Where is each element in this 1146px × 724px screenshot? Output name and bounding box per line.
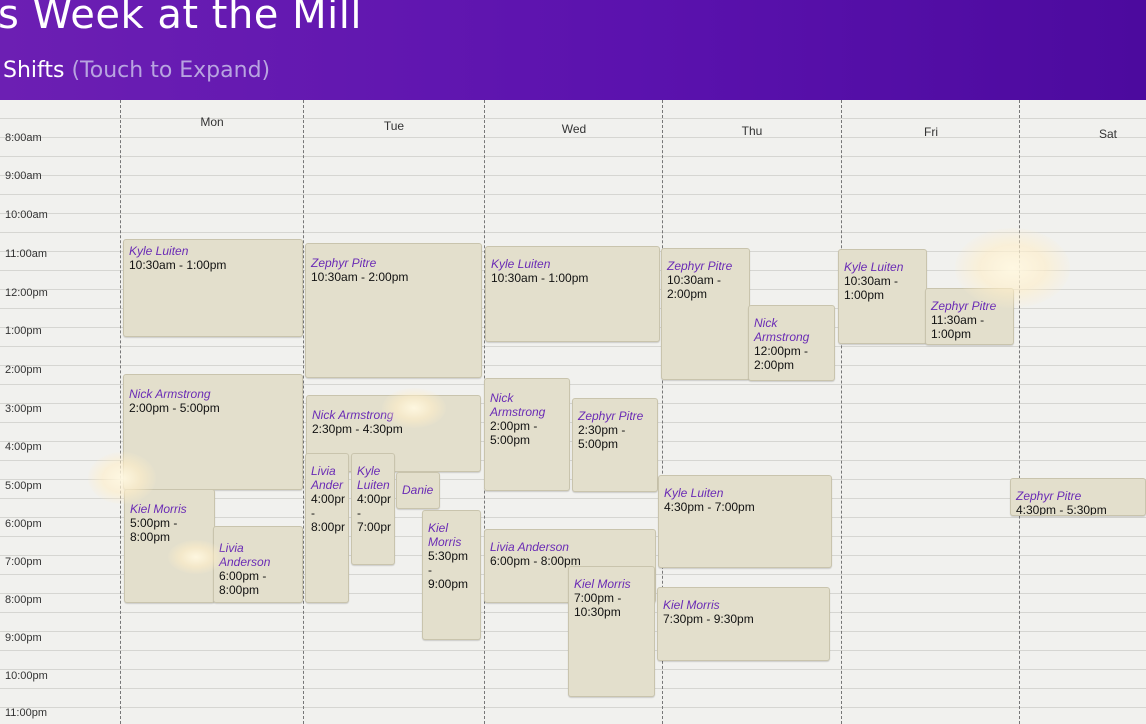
shift-time: 10:30am - 2:00pm — [667, 273, 722, 301]
page-title: s Week at the Mill — [0, 0, 362, 38]
hour-label: 10:00pm — [5, 670, 48, 682]
shift-time: 10:30am - 1:00pm — [844, 274, 899, 302]
shift-card[interactable]: Kyle Luiten 10:30am - 1:00pm — [485, 246, 660, 342]
shift-time: 5:00pm - 8:00pm — [130, 516, 178, 544]
shift-card[interactable]: Zephyr Pitre 10:30am - 2:00pm — [305, 243, 482, 378]
shifts-label: Shifts — [3, 58, 65, 83]
column-divider — [303, 100, 304, 724]
shift-employee-name: Danie — [402, 483, 434, 497]
hour-label: 1:00pm — [5, 325, 42, 337]
shift-card[interactable]: Zephyr Pitre 4:30pm - 5:30pm — [1010, 478, 1146, 516]
shift-time: 4:00pr - 8:00pr — [311, 492, 346, 534]
shift-employee-name: Zephyr Pitre — [311, 256, 377, 270]
shift-employee-name: Kiel Morris — [663, 598, 720, 612]
shift-employee-name: Kiel Morris — [428, 521, 462, 549]
shift-card[interactable]: Nick Armstrong 12:00pm - 2:00pm — [748, 305, 835, 381]
shift-time: 10:30am - 2:00pm — [311, 270, 409, 284]
shift-time: 2:00pm - 5:00pm — [490, 419, 538, 447]
shift-time: 10:30am - 1:00pm — [129, 258, 227, 272]
day-header-sat: Sat — [1098, 127, 1117, 141]
shift-card[interactable]: Zephyr Pitre 2:30pm - 5:00pm — [572, 398, 658, 492]
hour-label: 5:00pm — [5, 480, 42, 492]
shift-employee-name: Livia Anderson — [490, 540, 569, 554]
day-header-mon: Mon — [200, 115, 224, 129]
shift-card[interactable]: Zephyr Pitre 11:30am - 1:00pm — [925, 288, 1014, 345]
hour-label: 2:00pm — [5, 364, 42, 376]
column-divider — [120, 100, 121, 724]
shift-employee-name: Kiel Morris — [574, 577, 631, 591]
hour-label: 11:00pm — [5, 707, 47, 719]
hour-label: 9:00pm — [5, 632, 42, 644]
shifts-subtitle[interactable]: Shifts (Touch to Expand) — [3, 58, 270, 83]
shift-employee-name: Nick Armstrong — [754, 316, 810, 344]
hour-label: 10:00am — [5, 209, 48, 221]
shift-employee-name: Zephyr Pitre — [578, 409, 644, 423]
shift-employee-name: Kyle Luiten — [491, 257, 551, 271]
expand-hint: (Touch to Expand) — [71, 58, 271, 83]
shift-card[interactable]: Kyle Luiten 10:30am - 1:00pm — [123, 239, 303, 337]
column-divider — [1019, 100, 1020, 724]
shift-time: 4:00pr - 7:00pr — [357, 492, 392, 534]
hour-label: 7:00pm — [5, 556, 42, 568]
shift-employee-name: Zephyr Pitre — [667, 259, 733, 273]
shift-card[interactable]: Kiel Morris 5:00pm - 8:00pm — [124, 489, 215, 603]
shift-time: 10:30am - 1:00pm — [491, 271, 589, 285]
shift-employee-name: Kyle Luiten — [664, 486, 724, 500]
hour-label: 11:00am — [5, 248, 47, 260]
shift-time: 7:00pm - 10:30pm — [574, 591, 622, 619]
hour-label: 8:00am — [5, 132, 42, 144]
hour-label: 4:00pm — [5, 441, 42, 453]
shift-card[interactable]: Kiel Morris 7:00pm - 10:30pm — [568, 566, 655, 697]
shift-employee-name: Nick Armstrong — [312, 408, 394, 422]
day-header-tue: Tue — [383, 119, 405, 133]
shift-time: 2:30pm - 5:00pm — [578, 423, 626, 451]
shift-employee-name: Kyle Luiten — [844, 260, 904, 274]
shift-employee-name: Livia Ander — [311, 464, 344, 492]
shift-card[interactable]: Nick Armstrong 2:00pm - 5:00pm — [484, 378, 570, 491]
shift-time: 4:30pm - 7:00pm — [664, 500, 755, 514]
shift-time: 5:30pm - 9:00pm — [428, 549, 469, 591]
shift-time: 11:30am - 1:00pm — [931, 313, 985, 341]
shift-card[interactable]: Livia Ander 4:00pr - 8:00pr — [305, 453, 349, 603]
hour-label: 6:00pm — [5, 518, 42, 530]
shift-card[interactable]: Kyle Luiten 4:30pm - 7:00pm — [658, 475, 832, 568]
day-header-wed: Wed — [561, 122, 587, 136]
shift-employee-name: Zephyr Pitre — [931, 299, 997, 313]
shift-card[interactable]: Livia Anderson 6:00pm - 8:00pm — [213, 526, 303, 603]
shift-employee-name: Nick Armstrong — [490, 391, 546, 419]
shift-employee-name: Livia Anderson — [219, 541, 271, 569]
hour-label: 3:00pm — [5, 403, 42, 415]
shift-time: 2:00pm - 5:00pm — [129, 401, 220, 415]
shift-card[interactable]: Nick Armstrong 2:00pm - 5:00pm — [123, 374, 303, 490]
app-header: s Week at the Mill Shifts (Touch to Expa… — [0, 0, 1146, 112]
shift-employee-name: Kyle Luiten — [357, 464, 390, 492]
shift-card[interactable]: Danie — [396, 472, 440, 509]
hour-label: 8:00pm — [5, 594, 42, 606]
shift-employee-name: Nick Armstrong — [129, 387, 211, 401]
shift-employee-name: Zephyr Pitre — [1016, 489, 1082, 503]
shift-card[interactable]: Kyle Luiten 4:00pr - 7:00pr — [351, 453, 395, 565]
shift-card[interactable]: Zephyr Pitre 10:30am - 2:00pm — [661, 248, 750, 380]
shift-employee-name: Kiel Morris — [130, 502, 187, 516]
shift-time: 4:30pm - 5:30pm — [1016, 503, 1107, 516]
hour-label: 12:00pm — [5, 287, 48, 299]
shift-time: 2:30pm - 4:30pm — [312, 422, 403, 436]
shift-card[interactable]: Kyle Luiten 10:30am - 1:00pm — [838, 249, 927, 344]
column-divider — [841, 100, 842, 724]
hour-label: 9:00am — [5, 170, 42, 182]
shift-time: 12:00pm - 2:00pm — [754, 344, 809, 372]
shift-card[interactable]: Kiel Morris 7:30pm - 9:30pm — [657, 587, 830, 661]
shift-time: 7:30pm - 9:30pm — [663, 612, 754, 626]
day-header-thu: Thu — [741, 124, 763, 138]
shift-card[interactable]: Kiel Morris 5:30pm - 9:00pm — [422, 510, 481, 640]
shift-employee-name: Kyle Luiten — [129, 244, 189, 258]
shift-time: 6:00pm - 8:00pm — [219, 569, 267, 597]
day-header-fri: Fri — [924, 125, 938, 139]
